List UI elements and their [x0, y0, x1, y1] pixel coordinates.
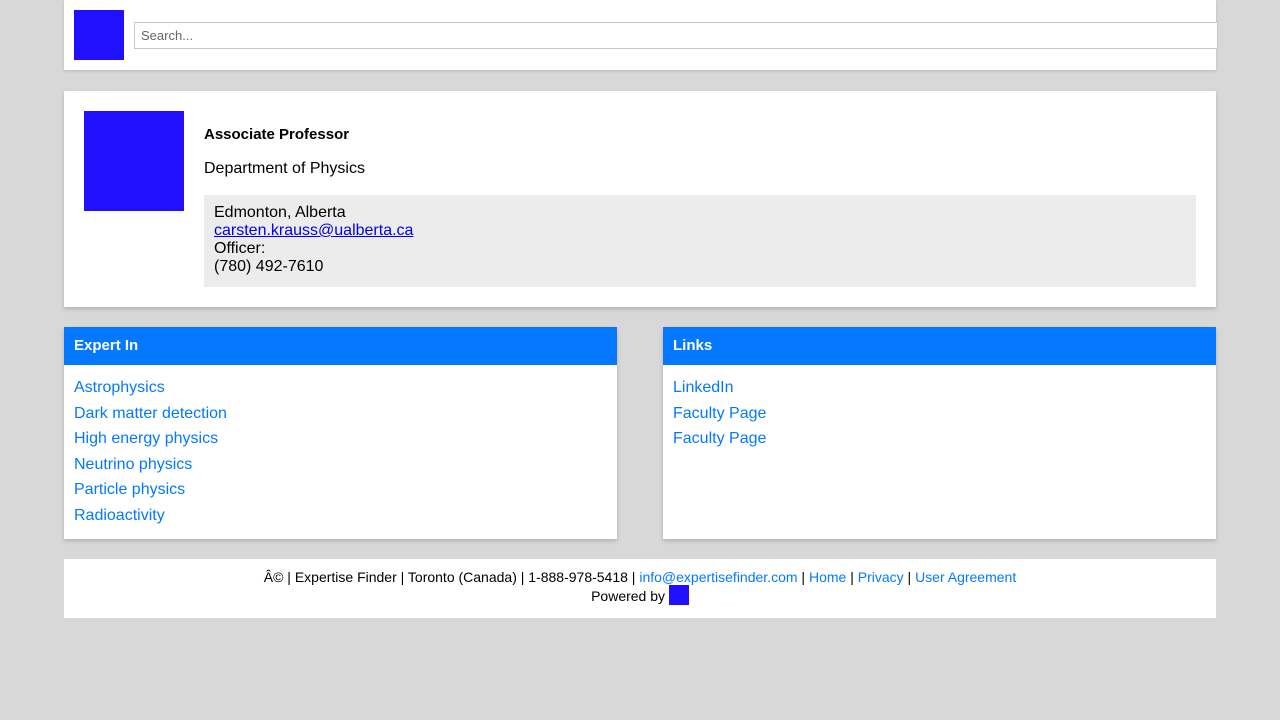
powered-by-label: Powered by [591, 588, 669, 604]
profile-department: Department of Physics [204, 160, 365, 177]
expertise-link-neutrino-physics[interactable]: Neutrino physics [74, 456, 192, 473]
profile-role: Associate Professor [204, 126, 350, 143]
contact-location: Edmonton, Alberta [214, 204, 346, 221]
footer-user-agreement-link[interactable]: User Agreement [915, 569, 1016, 585]
powered-by-logo[interactable] [668, 585, 689, 605]
link-linkedin[interactable]: LinkedIn [673, 379, 734, 396]
list-item: Astrophysics [74, 375, 607, 401]
list-item: Faculty Page [673, 426, 1206, 452]
expertise-link-astrophysics[interactable]: Astrophysics [74, 379, 165, 396]
link-faculty-page[interactable]: Faculty Page [673, 405, 766, 422]
footer-email-link[interactable]: info@expertisefinder.com [639, 569, 797, 585]
search-input[interactable] [134, 22, 1218, 49]
footer-separator: | [797, 569, 809, 585]
footer: Â© | Expertise Finder | Toronto (Canada)… [64, 559, 1216, 618]
footer-privacy-link[interactable]: Privacy [858, 569, 904, 585]
footer-copyright-text: Â© | Expertise Finder | Toronto (Canada)… [263, 569, 640, 585]
footer-home-link[interactable]: Home [809, 569, 846, 585]
list-item: Radioactivity [74, 503, 607, 529]
list-item: Particle physics [74, 477, 607, 503]
expertise-link-dark-matter-detection[interactable]: Dark matter detection [74, 405, 227, 422]
links-list: LinkedIn Faculty Page Faculty Page [663, 365, 1216, 452]
contact-phone: (780) 492-7610 [214, 258, 324, 275]
expertise-link-high-energy-physics[interactable]: High energy physics [74, 430, 218, 447]
link-faculty-page[interactable]: Faculty Page [673, 430, 766, 447]
contact-box: Edmonton, Alberta carsten.krauss@ualbert… [204, 195, 1196, 287]
contact-officer-label: Officer: [214, 240, 266, 257]
profile-card: Associate Professor Department of Physic… [64, 91, 1216, 307]
expertise-link-radioactivity[interactable]: Radioactivity [74, 507, 165, 524]
expert-in-panel: Expert In Astrophysics Dark matter detec… [64, 327, 617, 539]
contact-email-link[interactable]: carsten.krauss@ualberta.ca [214, 222, 413, 239]
profile-photo [84, 111, 184, 211]
footer-powered-line: Powered by [64, 585, 1216, 605]
page: Associate Professor Department of Physic… [0, 0, 1280, 720]
expertise-link-particle-physics[interactable]: Particle physics [74, 481, 185, 498]
list-item: LinkedIn [673, 375, 1206, 401]
list-item: Dark matter detection [74, 401, 607, 427]
footer-info-line: Â© | Expertise Finder | Toronto (Canada)… [64, 568, 1216, 586]
site-logo[interactable] [74, 10, 124, 60]
footer-separator: | [903, 569, 916, 585]
expert-in-heading: Expert In [64, 327, 617, 365]
list-item: Faculty Page [673, 401, 1206, 427]
footer-separator: | [846, 569, 858, 585]
links-heading: Links [663, 327, 1216, 365]
header-bar [64, 0, 1218, 70]
expert-in-list: Astrophysics Dark matter detection High … [64, 365, 617, 529]
list-item: Neutrino physics [74, 452, 607, 478]
list-item: High energy physics [74, 426, 607, 452]
links-panel: Links LinkedIn Faculty Page Faculty Page [663, 327, 1216, 539]
